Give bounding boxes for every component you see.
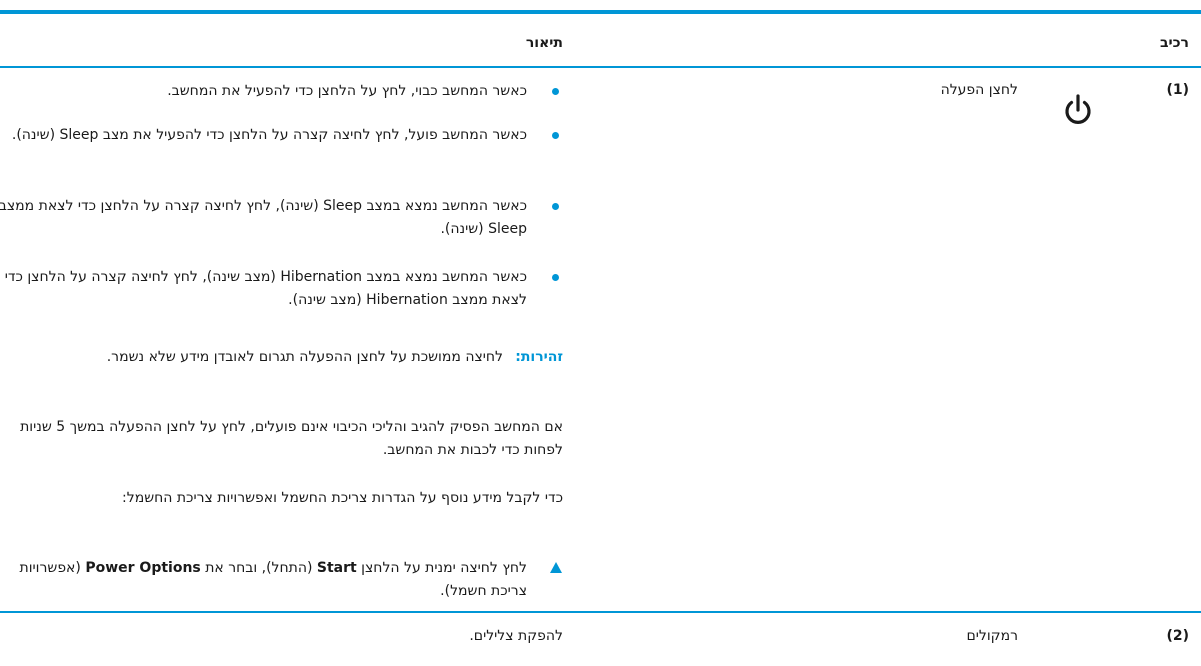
- warning-text: לחיצה ממושכת על לחצן ההפעלה תגרום לאובדן…: [106, 349, 503, 365]
- top-rule: [0, 10, 1201, 14]
- bullet-icon: [552, 203, 559, 210]
- list-item-text: כאשר המחשב נמצא במצב Hibernation (מצב שי…: [4, 269, 527, 308]
- row-1-number: (1): [1166, 82, 1189, 98]
- list-item-text: כאשר המחשב כבוי, לחץ על הלחצן כדי להפעיל…: [167, 83, 527, 99]
- bullet-icon: [552, 88, 559, 95]
- paragraph-text: אם המחשב הפסיק להגיב והליכי הכיבוי אינם …: [20, 419, 563, 458]
- row-2-number: (2): [1166, 628, 1189, 644]
- bullet-icon: [552, 274, 559, 281]
- bullet-icon: [552, 132, 559, 139]
- list-item-text: כאשר המחשב פועל, לחץ לחיצה קצרה על הלחצן…: [11, 127, 527, 143]
- row-divider: [0, 611, 1201, 613]
- step-text: לחץ לחיצה ימנית על הלחצן Start (התחל), ו…: [0, 557, 527, 603]
- warning-label: זהירות:: [515, 349, 563, 365]
- document-page: רכיב תיאור (1) לחצן הפעלה כאשר המחשב כבו…: [0, 0, 1201, 666]
- step-text-part: (התחל), ובחר את: [200, 560, 317, 576]
- power-options-term: Power Options: [85, 560, 201, 576]
- step-text-part: לחץ לחיצה ימנית על הלחצן: [356, 560, 527, 576]
- header-description: תיאור: [525, 35, 563, 51]
- row-1-name: לחצן הפעלה: [940, 82, 1018, 98]
- power-icon: [1065, 94, 1091, 124]
- list-item-text: כאשר המחשב נמצא במצב Sleep (שינה), לחץ ל…: [0, 198, 527, 237]
- header-rule: [0, 66, 1201, 68]
- row-2-description: להפקת צלילים.: [0, 625, 563, 648]
- triangle-icon: [550, 562, 562, 573]
- row-2-name: רמקולים: [966, 628, 1018, 644]
- start-term: Start: [316, 560, 357, 576]
- row-1-description: כאשר המחשב כבוי, לחץ על הלחצן כדי להפעיל…: [0, 80, 563, 605]
- row-2-description-text: להפקת צלילים.: [469, 628, 563, 644]
- header-component: רכיב: [1159, 35, 1189, 51]
- paragraph-text: כדי לקבל מידע נוסף על הגדרות צריכת החשמל…: [122, 490, 563, 506]
